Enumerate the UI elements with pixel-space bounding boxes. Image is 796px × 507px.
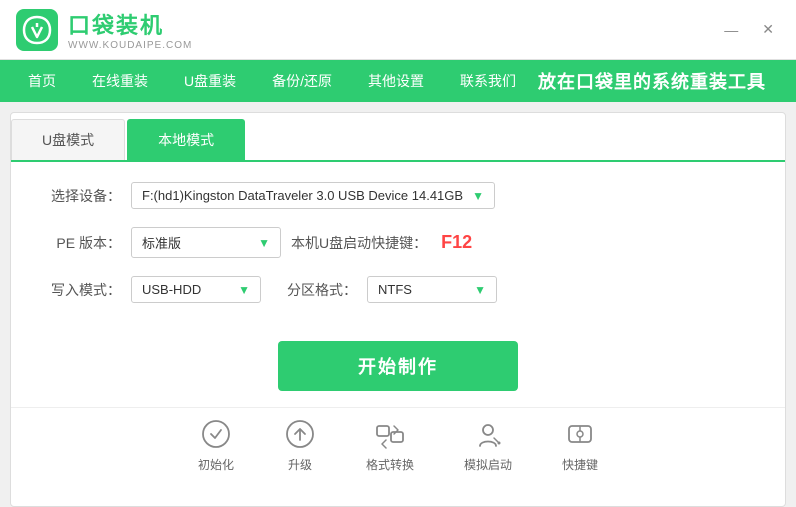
device-select-arrow: ▼ — [472, 189, 484, 203]
simulate-boot-icon — [472, 418, 504, 450]
app-url: WWW.KOUDAIPE.COM — [68, 40, 192, 51]
title-bar-left: 口袋装机 WWW.KOUDAIPE.COM — [16, 8, 192, 51]
pe-label: PE 版本： — [51, 233, 121, 253]
close-button[interactable]: ✕ — [756, 19, 780, 40]
tabs-bar: U盘模式 本地模式 — [11, 113, 785, 162]
nav-items: 首页 在线重装 U盘重装 备份/还原 其他设置 联系我们 — [10, 60, 538, 102]
simulate-boot-label: 模拟启动 — [464, 456, 512, 473]
title-bar-right: — ✕ — [718, 19, 780, 40]
nav-item-contact[interactable]: 联系我们 — [442, 60, 534, 102]
pe-shortcut-key: F12 — [441, 232, 472, 253]
pe-hint: 本机U盘启动快捷键： — [291, 233, 427, 253]
part-label: 分区格式： — [287, 280, 357, 300]
format-convert-label: 格式转换 — [366, 456, 414, 473]
start-btn-row: 开始制作 — [11, 341, 785, 391]
initialize-label: 初始化 — [198, 456, 234, 473]
upgrade-label: 升级 — [288, 456, 312, 473]
nav-item-online[interactable]: 在线重装 — [74, 60, 166, 102]
icon-upgrade[interactable]: 升级 — [284, 418, 316, 473]
shortcut-key-icon — [564, 418, 596, 450]
tab-usb-mode[interactable]: U盘模式 — [11, 119, 125, 160]
device-row: 选择设备： F:(hd1)Kingston DataTraveler 3.0 U… — [51, 182, 745, 209]
part-select[interactable]: NTFS ▼ — [367, 276, 497, 303]
nav-item-settings[interactable]: 其他设置 — [350, 60, 442, 102]
app-logo-icon — [16, 9, 58, 51]
upgrade-icon — [284, 418, 316, 450]
nav-item-home[interactable]: 首页 — [10, 60, 74, 102]
minimize-button[interactable]: — — [718, 20, 744, 40]
device-select[interactable]: F:(hd1)Kingston DataTraveler 3.0 USB Dev… — [131, 182, 495, 209]
bottom-icons: 初始化 升级 格式转换 — [11, 407, 785, 489]
nav-bar: 首页 在线重装 U盘重装 备份/还原 其他设置 联系我们 放在口袋里的系统重装工… — [0, 60, 796, 102]
icon-initialize[interactable]: 初始化 — [198, 418, 234, 473]
part-select-arrow: ▼ — [474, 283, 486, 297]
start-button[interactable]: 开始制作 — [278, 341, 518, 391]
pe-select[interactable]: 标准版 ▼ — [131, 227, 281, 258]
pe-select-arrow: ▼ — [258, 236, 270, 250]
nav-item-usb[interactable]: U盘重装 — [166, 60, 254, 102]
nav-slogan: 放在口袋里的系统重装工具 — [538, 68, 786, 94]
app-name-block: 口袋装机 WWW.KOUDAIPE.COM — [68, 8, 192, 51]
icon-simulate-boot[interactable]: 模拟启动 — [464, 418, 512, 473]
tab-local-mode[interactable]: 本地模式 — [127, 119, 245, 160]
icon-shortcut-key[interactable]: 快捷键 — [562, 418, 598, 473]
write-label: 写入模式： — [51, 280, 121, 300]
device-label: 选择设备： — [51, 186, 121, 206]
pe-row: PE 版本： 标准版 ▼ 本机U盘启动快捷键： F12 — [51, 227, 745, 258]
write-select[interactable]: USB-HDD ▼ — [131, 276, 261, 303]
write-select-arrow: ▼ — [238, 283, 250, 297]
nav-item-backup[interactable]: 备份/还原 — [254, 60, 350, 102]
form-section: 选择设备： F:(hd1)Kingston DataTraveler 3.0 U… — [11, 162, 785, 331]
main-content: U盘模式 本地模式 选择设备： F:(hd1)Kingston DataTrav… — [10, 112, 786, 507]
initialize-icon — [200, 418, 232, 450]
app-name: 口袋装机 — [68, 8, 192, 40]
title-bar: 口袋装机 WWW.KOUDAIPE.COM — ✕ — [0, 0, 796, 60]
icon-format-convert[interactable]: 格式转换 — [366, 418, 414, 473]
format-convert-icon — [374, 418, 406, 450]
app-window: 口袋装机 WWW.KOUDAIPE.COM — ✕ 首页 在线重装 U盘重装 备… — [0, 0, 796, 507]
write-row: 写入模式： USB-HDD ▼ 分区格式： NTFS ▼ — [51, 276, 745, 303]
shortcut-key-label: 快捷键 — [562, 456, 598, 473]
